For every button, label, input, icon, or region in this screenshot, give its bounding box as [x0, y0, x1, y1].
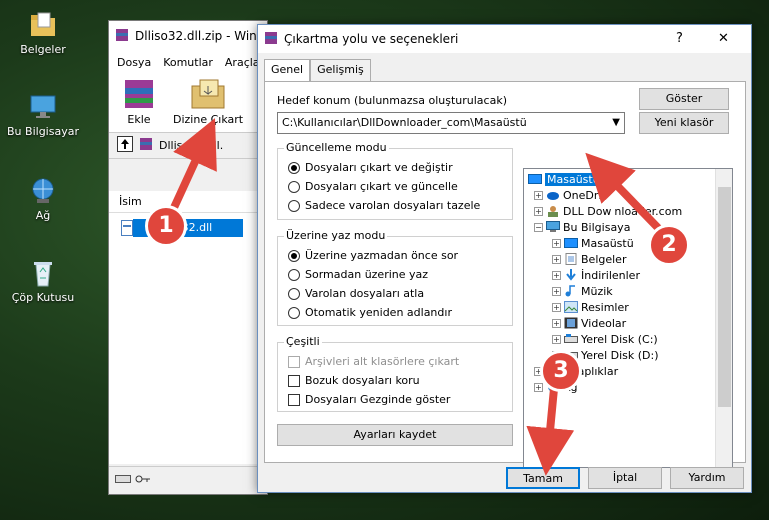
step-badge-2: 2 [648, 224, 690, 266]
step-badge-1: 1 [145, 205, 187, 247]
step-badge-3: 3 [540, 350, 582, 392]
arrow-1 [168, 118, 217, 214]
arrow-2 [585, 152, 665, 235]
